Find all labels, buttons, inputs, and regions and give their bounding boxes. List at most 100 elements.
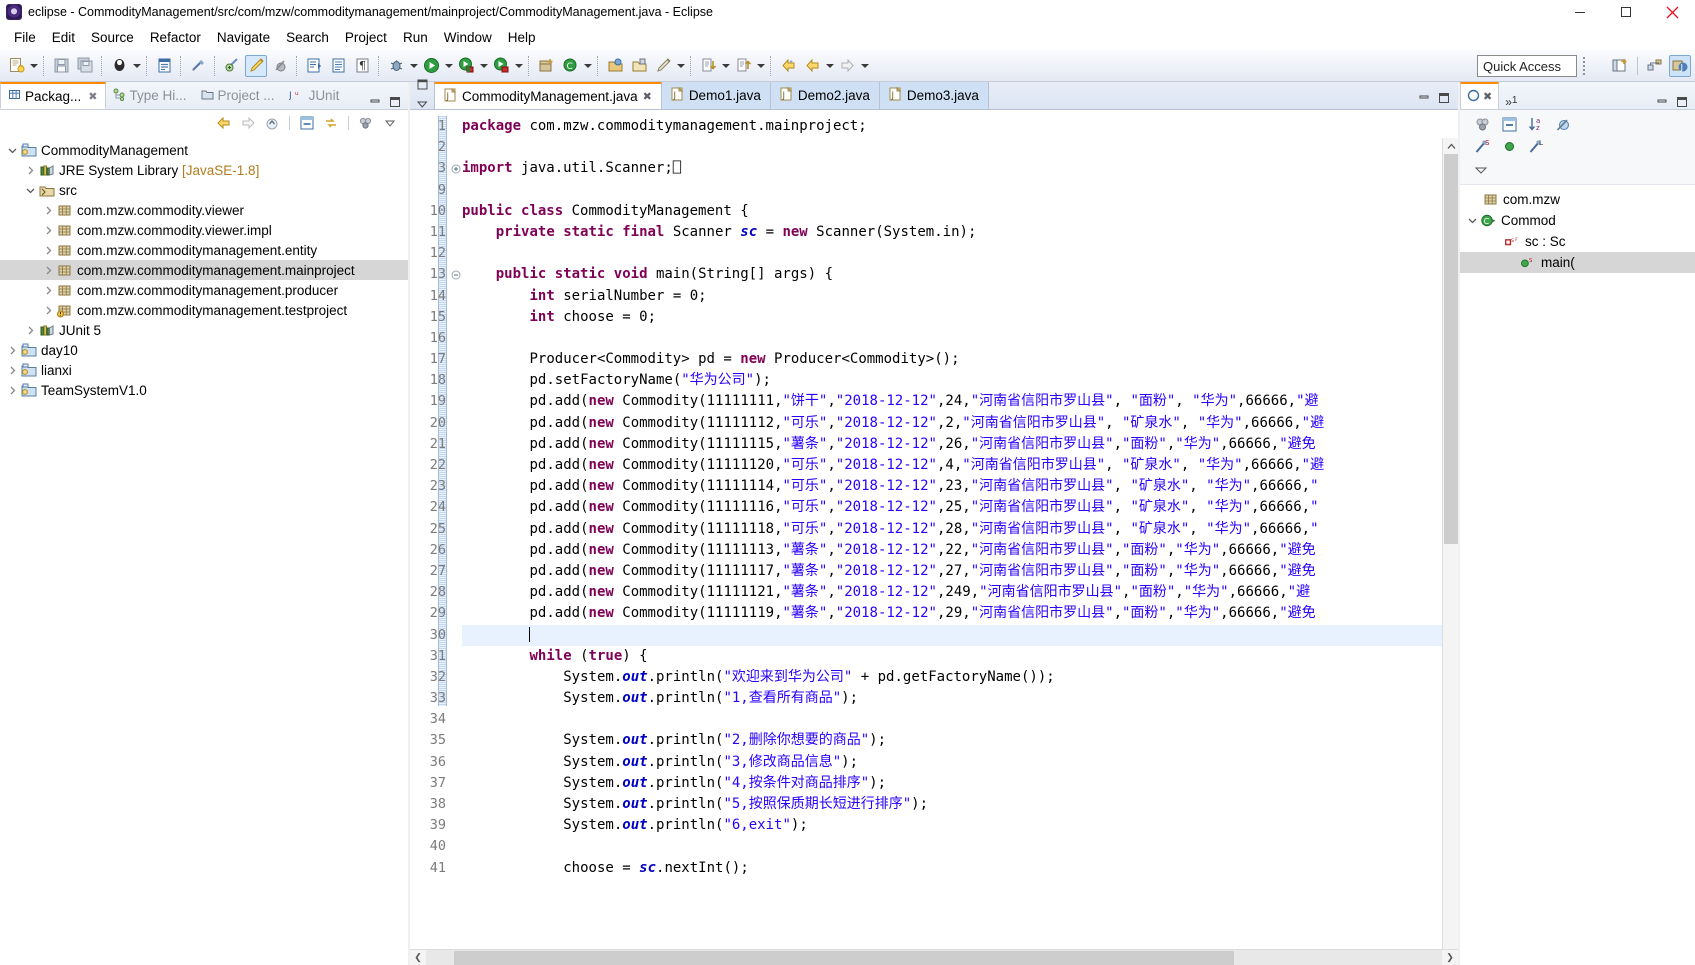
forward-arrow-icon[interactable] [238, 113, 258, 133]
more-views-indicator[interactable]: » 1 [1499, 91, 1523, 109]
maximize-button[interactable] [1603, 0, 1649, 24]
print-icon[interactable] [108, 55, 130, 77]
code-line[interactable]: private static final Scanner sc = new Sc… [462, 222, 1458, 243]
fold-empty[interactable] [450, 730, 462, 751]
chevron-right-icon[interactable] [40, 242, 56, 258]
code-line[interactable]: System.out.println("欢迎来到华为公司" + pd.getFa… [462, 667, 1458, 688]
tab-outline[interactable]: ✖ [1460, 82, 1500, 109]
pencil-dropdown-arrow[interactable] [675, 55, 686, 77]
close-button[interactable] [1649, 0, 1695, 24]
new-wizard-icon[interactable] [5, 55, 27, 77]
code-line[interactable]: package com.mzw.commoditymanagement.main… [462, 116, 1458, 137]
menu-edit[interactable]: Edit [44, 28, 83, 47]
forward-dropdown-arrow[interactable] [859, 55, 870, 77]
pencil-icon[interactable] [652, 55, 674, 77]
chevron-right-icon[interactable] [40, 302, 56, 318]
scrollbar-thumb[interactable] [1444, 154, 1458, 544]
profile-icon[interactable] [490, 55, 512, 77]
code-line[interactable]: pd.add(new Commodity(11111121,"薯条","2018… [462, 582, 1458, 603]
run-icon[interactable] [420, 55, 442, 77]
fold-empty[interactable] [450, 646, 462, 667]
code-line[interactable]: System.out.println("5,按照保质期长短进行排序"); [462, 794, 1458, 815]
hide-fields-l-icon[interactable]: L [1528, 138, 1545, 160]
code-line[interactable] [462, 709, 1458, 730]
code-line[interactable]: Producer<Commodity> pd = new Producer<Co… [462, 349, 1458, 370]
fold-empty[interactable] [450, 497, 462, 518]
link-editor-icon[interactable] [321, 113, 341, 133]
tree-item-day10[interactable]: day10 [0, 340, 408, 360]
save-all-icon[interactable] [74, 55, 96, 77]
tree-item-junit5[interactable]: JUnit 5 [0, 320, 408, 340]
collapse-up-icon[interactable] [262, 113, 282, 133]
quick-access-input[interactable]: Quick Access [1477, 55, 1577, 77]
back-history-icon[interactable] [777, 55, 799, 77]
hide-static-icon[interactable]: S [1474, 138, 1491, 160]
open-task-icon[interactable] [604, 55, 626, 77]
code-line[interactable]: System.out.println("1,查看所有商品"); [462, 688, 1458, 709]
chevron-right-icon[interactable] [4, 382, 20, 398]
restore-icon[interactable] [417, 77, 428, 95]
code-line[interactable]: while (true) { [462, 646, 1458, 667]
search-icon[interactable] [221, 55, 243, 77]
menu-search[interactable]: Search [278, 28, 337, 47]
tree-item-jre-system-library[interactable]: JRE System Library [JavaSE-1.8] [0, 160, 408, 180]
tree-item-lianxi[interactable]: lianxi [0, 360, 408, 380]
back-dropdown-arrow[interactable] [824, 55, 835, 77]
chevron-right-icon[interactable] [40, 282, 56, 298]
code-line[interactable] [462, 137, 1458, 158]
maximize-icon[interactable] [1438, 91, 1450, 109]
source-code[interactable]: package com.mzw.commoditymanagement.main… [462, 110, 1458, 965]
fold-empty[interactable] [450, 370, 462, 391]
code-line[interactable]: pd.add(new Commodity(11111114,"可乐","2018… [462, 476, 1458, 497]
hide-local-types-icon[interactable] [1501, 138, 1518, 160]
open-task-alt-icon[interactable] [628, 55, 650, 77]
minimize-button[interactable] [1557, 0, 1603, 24]
close-icon[interactable]: ✖ [1483, 90, 1492, 103]
code-line[interactable]: pd.setFactoryName("华为公司"); [462, 370, 1458, 391]
fold-empty[interactable] [450, 540, 462, 561]
run-dropdown-arrow[interactable] [443, 55, 454, 77]
fold-empty[interactable] [450, 667, 462, 688]
tree-item-commoditymanagement[interactable]: CommodityManagement [0, 140, 408, 160]
coverage-dropdown-arrow[interactable] [478, 55, 489, 77]
menu-run[interactable]: Run [395, 28, 436, 47]
fold-empty[interactable] [450, 349, 462, 370]
fold-empty[interactable] [450, 603, 462, 624]
outline-item-field-sc[interactable]: SF sc : Sc [1460, 231, 1695, 252]
folding-ruler[interactable] [450, 110, 462, 965]
fold-empty[interactable] [450, 222, 462, 243]
view-menu-arrow-icon[interactable] [1474, 162, 1488, 180]
code-line[interactable]: System.out.println("6,exit"); [462, 815, 1458, 836]
editor-horizontal-scrollbar[interactable]: ❮ ❯ [410, 949, 1458, 965]
editor-tab-demo1[interactable]: J Demo1.java [661, 82, 771, 109]
fold-empty[interactable] [450, 434, 462, 455]
chevron-right-icon[interactable] [40, 262, 56, 278]
code-line[interactable]: System.out.println("3,修改商品信息"); [462, 752, 1458, 773]
hide-fields-icon[interactable] [1501, 116, 1518, 138]
code-line[interactable]: pd.add(new Commodity(11111116,"可乐","2018… [462, 497, 1458, 518]
code-editor[interactable]: 1 2 3 9 10 11 12 13 14 15 16 17 18 19 20 21 22 23 24 25 26 27… [410, 110, 1458, 965]
fold-empty[interactable] [450, 815, 462, 836]
menu-file[interactable]: File [6, 28, 44, 47]
close-icon[interactable]: ✖ [88, 90, 97, 103]
view-menu-arrow-icon[interactable] [380, 113, 400, 133]
chevron-right-icon[interactable] [4, 342, 20, 358]
chevron-down-icon[interactable] [1464, 213, 1480, 229]
coverage-icon[interactable] [455, 55, 477, 77]
fold-empty[interactable] [450, 561, 462, 582]
minimize-icon[interactable] [1418, 91, 1430, 109]
hide-nonpublic-icon[interactable] [1555, 116, 1572, 138]
tab-project-explorer[interactable]: Project ... [194, 82, 282, 109]
maximize-icon[interactable] [1675, 95, 1689, 109]
tree-item-teamsystemv1[interactable]: TeamSystemV1.0 [0, 380, 408, 400]
profile-dropdown-arrow[interactable] [513, 55, 524, 77]
open-perspective-icon[interactable] [1609, 55, 1631, 77]
fold-collapse-icon[interactable] [450, 264, 462, 285]
new-class-dropdown-arrow[interactable] [582, 55, 593, 77]
fold-empty[interactable] [450, 836, 462, 857]
print-dropdown-arrow[interactable] [131, 55, 142, 77]
tab-type-hierarchy[interactable]: Type Hi... [106, 82, 194, 109]
chevron-right-icon[interactable] [22, 162, 38, 178]
back-arrow-icon[interactable] [214, 113, 234, 133]
outline-item-method-main[interactable]: S main( [1460, 252, 1695, 273]
